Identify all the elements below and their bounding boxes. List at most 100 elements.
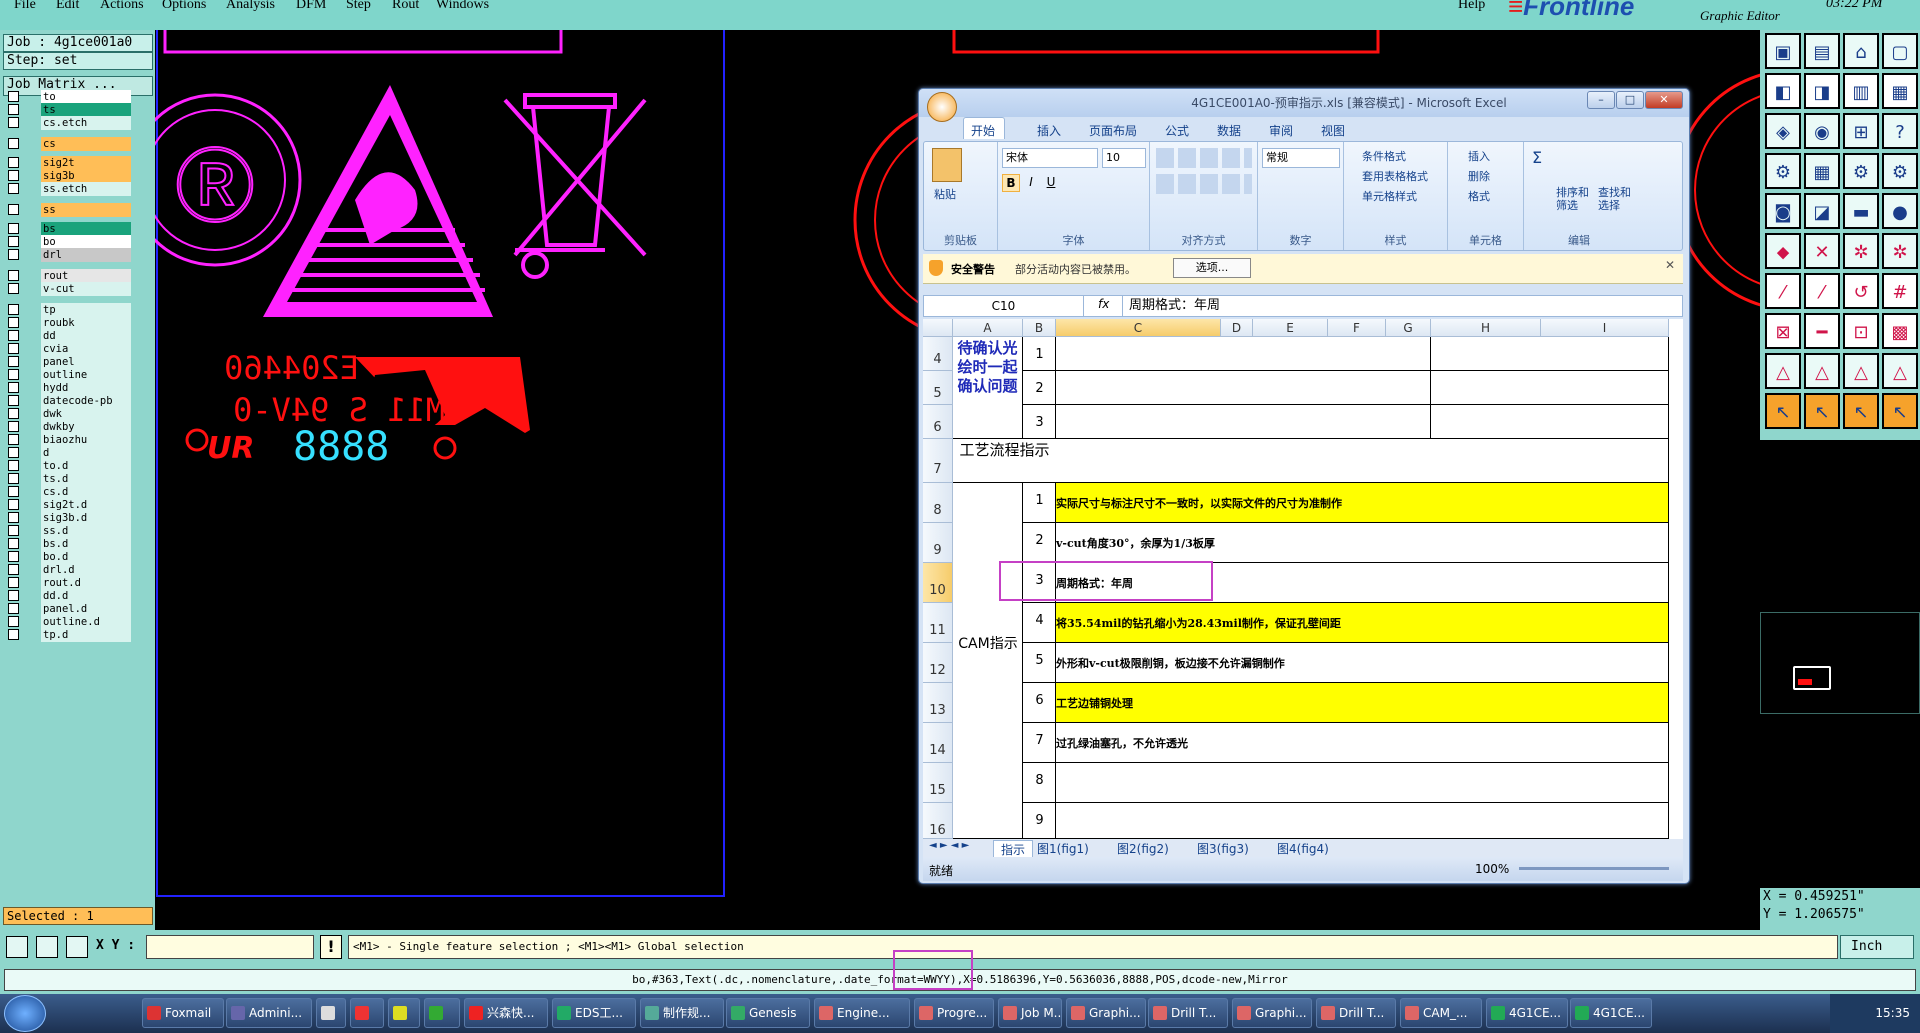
layer-row-roubk[interactable]: roubk [8,316,131,330]
layer-checkbox[interactable] [8,157,19,168]
layer-checkbox[interactable] [8,395,19,406]
sheet-tab[interactable]: 图4(fig4) [1277,840,1329,857]
security-options-button[interactable]: 选项... [1173,258,1251,278]
tab-home[interactable]: 开始 [971,122,995,139]
layer-row-cs.d[interactable]: cs.d [8,485,131,499]
delete-cells-button[interactable]: 删除 [1468,168,1490,184]
layer-row-cvia[interactable]: cvia [8,342,131,356]
layer-checkbox[interactable] [8,343,19,354]
layer-checkbox[interactable] [8,512,19,523]
taskbar-item[interactable]: Graphi... [1066,998,1146,1028]
cell-h[interactable] [1431,337,1669,371]
sheet-tab[interactable]: 图1(fig1) [1037,840,1089,857]
cell-h[interactable] [1431,405,1669,439]
insert-cells-button[interactable]: 插入 [1468,148,1490,164]
tab-insert[interactable]: 插入 [1037,122,1061,139]
layer-row-to.d[interactable]: to.d [8,459,131,473]
layer-checkbox[interactable] [8,447,19,458]
menu-edit[interactable]: Edit [56,0,79,13]
font-name-select[interactable]: 宋体 [1002,148,1098,168]
xy-input[interactable] [146,935,314,959]
layer-checkbox[interactable] [8,369,19,380]
align-buttons[interactable] [1156,148,1252,168]
number-format-select[interactable]: 常规 [1262,148,1340,168]
layer-row-panel.d[interactable]: panel.d [8,602,131,616]
taskbar-item[interactable]: Foxmail [142,998,224,1028]
row-header[interactable]: 6 [923,405,953,439]
taskbar-item[interactable]: Progre... [914,998,994,1028]
layer-checkbox[interactable] [8,356,19,367]
layer-row-d[interactable]: d [8,446,131,460]
layer-checkbox[interactable] [8,283,19,294]
layer-checkbox[interactable] [8,538,19,549]
name-box[interactable]: C10 [924,296,1084,316]
format-as-table-button[interactable]: 套用表格格式 [1362,168,1428,184]
layer-checkbox[interactable] [8,629,19,640]
layer-checkbox[interactable] [8,104,19,115]
taskbar-item[interactable]: Job M... [998,998,1062,1028]
layer-checkbox[interactable] [8,616,19,627]
font-size-select[interactable]: 10 [1102,148,1146,168]
taskbar-item[interactable]: Drill T... [1316,998,1396,1028]
layer-checkbox[interactable] [8,249,19,260]
layer-row-drl[interactable]: drl [8,248,131,262]
layer-checkbox[interactable] [8,270,19,281]
menu-step[interactable]: Step [346,0,371,13]
sheet-grid[interactable]: A B C D E F G H I 4 5 6 7 8 9 10 11 12 1… [923,319,1683,839]
col-header-i[interactable]: I [1541,319,1669,337]
cell-c[interactable] [1056,371,1431,405]
cam-cell[interactable] [1056,683,1669,723]
row-header[interactable]: 11 [923,603,953,643]
layer-row-dwk[interactable]: dwk [8,407,131,421]
layer-checkbox[interactable] [8,236,19,247]
cell-pending-label[interactable]: 待确认光绘时一起确认问题 [953,337,1023,439]
minimize-button[interactable]: – [1587,91,1615,109]
layer-row-outline.d[interactable]: outline.d [8,615,131,629]
layer-row-v-cut[interactable]: v-cut [8,282,131,296]
menu-file[interactable]: File [14,0,36,13]
layer-row-biaozhu[interactable]: biaozhu [8,433,131,447]
col-header-e[interactable]: E [1253,319,1328,337]
col-header-g[interactable]: G [1386,319,1431,337]
layer-checkbox[interactable] [8,170,19,181]
layer-row-panel[interactable]: panel [8,355,131,369]
row-header[interactable]: 8 [923,483,953,523]
layer-checkbox[interactable] [8,204,19,215]
row-header[interactable]: 7 [923,439,953,483]
italic-button[interactable]: I [1022,174,1040,192]
row-header[interactable]: 14 [923,723,953,763]
taskbar-item[interactable]: Admini... [226,998,312,1028]
col-header-c[interactable]: C [1056,319,1221,337]
formula-input[interactable]: 周期格式：年周 [1122,296,1684,316]
layer-row-ts.d[interactable]: ts.d [8,472,131,486]
measure-tool-icon[interactable] [36,936,58,958]
layer-row-sig3b[interactable]: sig3b [8,169,131,183]
layer-row-sig2t[interactable]: sig2t [8,156,131,170]
cell-styles-button[interactable]: 单元格样式 [1362,188,1417,204]
fx-icon[interactable]: fx [1098,297,1109,311]
col-header-f[interactable]: F [1328,319,1386,337]
taskbar-item[interactable] [316,998,346,1028]
layer-row-datecode-pb[interactable]: datecode-pb [8,394,131,408]
layer-row-sig3b.d[interactable]: sig3b.d [8,511,131,525]
col-header-a[interactable]: A [953,319,1023,337]
sheet-tab[interactable]: 图2(fig2) [1117,840,1169,857]
layer-row-ss.d[interactable]: ss.d [8,524,131,538]
cell-c[interactable] [1056,405,1431,439]
layer-checkbox[interactable] [8,499,19,510]
sort-filter-button[interactable]: 排序和筛选 [1556,186,1596,212]
layer-row-dd.d[interactable]: dd.d [8,589,131,603]
layer-checkbox[interactable] [8,460,19,471]
menu-actions[interactable]: Actions [100,0,144,13]
menu-analysis[interactable]: Analysis [226,0,275,13]
taskbar-item[interactable]: 4G1CE... [1486,998,1568,1028]
layer-checkbox[interactable] [8,408,19,419]
taskbar-item[interactable]: EDS工... [552,998,636,1028]
col-header-d[interactable]: D [1221,319,1253,337]
col-header-b[interactable]: B [1023,319,1056,337]
sum-icon[interactable]: Σ [1532,148,1542,167]
layer-row-dd[interactable]: dd [8,329,131,343]
row-header[interactable]: 12 [923,643,953,683]
taskbar-item[interactable]: 4G1CE... [1570,998,1652,1028]
layer-row-dwkby[interactable]: dwkby [8,420,131,434]
